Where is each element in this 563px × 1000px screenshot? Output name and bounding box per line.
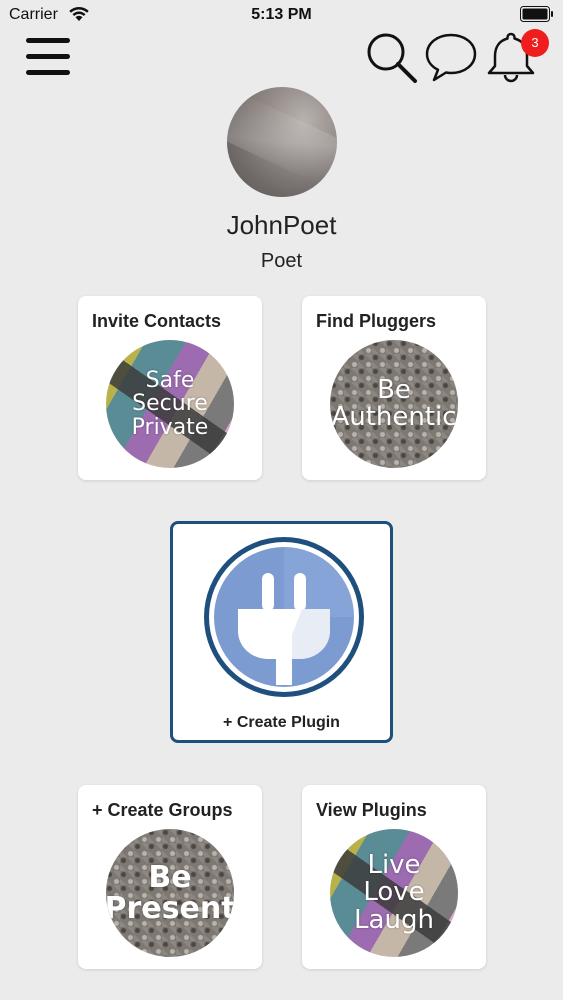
image-text: Authentic <box>331 402 457 432</box>
profile-role: Poet <box>260 250 303 272</box>
image-text: Be <box>148 859 192 895</box>
image-text: Secure <box>132 391 208 417</box>
menu-button[interactable] <box>26 38 70 76</box>
image-text: Be <box>377 374 411 405</box>
avatar[interactable] <box>227 87 337 197</box>
status-bar: Carrier 5:13 PM <box>0 0 563 30</box>
create-plugin-card[interactable]: + Create Plugin <box>170 521 393 743</box>
invite-contacts-card[interactable]: Invite Contacts Safe Secure Private <box>78 296 262 480</box>
image-text: Laugh <box>354 904 434 935</box>
status-time: 5:13 PM <box>251 6 312 23</box>
profile-username: JohnPoet <box>226 210 337 240</box>
view-plugins-card[interactable]: View Plugins Live Love Laugh <box>302 785 486 969</box>
plug-logo-icon <box>204 537 364 697</box>
image-text: Love <box>363 877 425 908</box>
menu-icon <box>26 38 70 43</box>
find-pluggers-card[interactable]: Find Pluggers Be Authentic <box>302 296 486 480</box>
card-title: Invite Contacts <box>92 311 222 331</box>
search-icon[interactable] <box>364 30 418 84</box>
card-title: View Plugins <box>316 800 427 820</box>
be-present-image: Be Present <box>106 829 234 957</box>
safe-secure-private-image: Safe Secure Private <box>106 340 234 468</box>
create-groups-card[interactable]: + Create Groups Be Present <box>78 785 262 969</box>
image-text: Live <box>367 850 421 881</box>
create-plugin-label: + Create Plugin <box>223 714 340 731</box>
chat-icon[interactable] <box>424 30 478 84</box>
card-title: Find Pluggers <box>316 311 437 331</box>
image-text: Safe <box>145 368 195 394</box>
battery-icon <box>520 6 553 22</box>
menu-icon-bar <box>26 54 70 59</box>
image-text: Private <box>131 414 209 440</box>
menu-icon-bar <box>26 70 70 75</box>
notification-badge: 3 <box>521 29 549 57</box>
live-love-laugh-image: Live Love Laugh <box>330 829 458 957</box>
be-authentic-image: Be Authentic <box>330 340 458 468</box>
image-text: Present <box>106 891 234 926</box>
card-title: + Create Groups <box>92 800 233 820</box>
